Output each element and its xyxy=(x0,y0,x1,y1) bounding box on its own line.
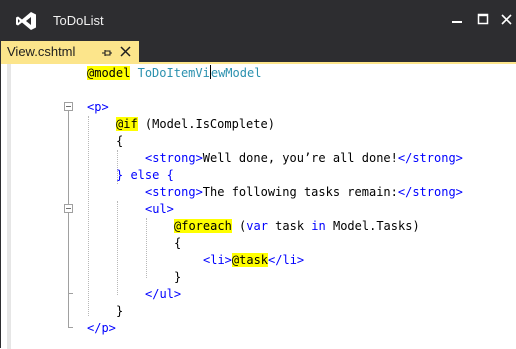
if-condition: (Model.IsComplete) xyxy=(137,117,275,131)
foreach-paren: ( xyxy=(231,219,247,233)
indent-guide xyxy=(117,201,118,295)
code-line-brace-open: { xyxy=(174,235,181,252)
else-keyword: } else { xyxy=(116,168,174,182)
html-tag-strong-close: </strong> xyxy=(397,151,463,165)
brace: } xyxy=(174,270,182,284)
tab-view-cshtml[interactable]: View.cshtml xyxy=(1,41,139,63)
razor-model-directive: @model xyxy=(87,66,131,80)
html-tag-strong-open: <strong> xyxy=(145,185,203,199)
model-type-name-a: ToDoItemVi xyxy=(137,66,210,80)
editor-margin xyxy=(7,64,11,349)
code-line-brace-open: { xyxy=(116,133,123,150)
code-line-strong-done: <strong>Well done, you’re all done!</str… xyxy=(145,150,463,167)
razor-task: @task xyxy=(231,253,269,267)
html-tag-p-close: </p> xyxy=(87,321,116,335)
razor-if: @if xyxy=(116,117,138,131)
html-tag-strong-open: <strong> xyxy=(145,151,203,165)
strong-text: The following tasks remain: xyxy=(202,185,398,199)
document-tab-strip: View.cshtml xyxy=(1,41,516,63)
html-tag-strong-close: </strong> xyxy=(397,185,463,199)
code-line-if: @if (Model.IsComplete) xyxy=(116,116,275,133)
title-bar[interactable]: ToDoList xyxy=(1,1,516,41)
brace: { xyxy=(174,236,182,250)
in-keyword: in xyxy=(311,219,326,233)
code-line-else: } else { xyxy=(116,167,174,184)
html-tag-ul-close: </ul> xyxy=(145,287,182,301)
indent-guide xyxy=(146,218,147,278)
code-line-foreach: @foreach (var task in Model.Tasks) xyxy=(174,218,420,235)
code-editor[interactable]: @model ToDoItemViewModel <p> @if (Model.… xyxy=(1,64,516,349)
strong-text: Well done, you’re all done! xyxy=(202,151,398,165)
minimize-icon xyxy=(452,21,462,23)
code-line-ul-close: </ul> xyxy=(145,286,181,303)
html-tag-ul-open: <ul> xyxy=(145,202,174,216)
close-tab-button[interactable] xyxy=(119,45,132,58)
code-line-brace-close: } xyxy=(116,303,123,320)
code-line-strong-remain: <strong>The following tasks remain:</str… xyxy=(145,184,463,201)
code-line-ul-open: <ul> xyxy=(145,201,174,218)
model-type-name-b: ewModel xyxy=(210,66,262,80)
editor-window: ToDoList View.cshtml @model ToDoItemView… xyxy=(0,0,516,349)
minimize-button[interactable] xyxy=(445,9,469,31)
code-line-p-open: <p> xyxy=(87,99,109,116)
close-icon xyxy=(120,46,131,57)
close-window-button[interactable] xyxy=(495,9,516,31)
collapse-ul-toggle-icon[interactable] xyxy=(64,204,73,213)
html-tag-li-close: </li> xyxy=(268,253,305,267)
var-keyword: var xyxy=(246,219,268,233)
foreach-collection: Model.Tasks) xyxy=(325,219,420,233)
window-title: ToDoList xyxy=(53,13,104,28)
html-tag-p-open: <p> xyxy=(87,100,109,114)
code-line-brace-close: } xyxy=(174,269,181,286)
pin-icon[interactable] xyxy=(101,46,113,58)
code-line-p-close: </p> xyxy=(87,320,116,337)
outline-end xyxy=(68,293,73,294)
close-icon xyxy=(501,14,512,25)
maximize-icon xyxy=(477,13,489,25)
code-line-li: <li>@task</li> xyxy=(203,252,304,269)
razor-foreach: @foreach xyxy=(174,219,232,233)
tab-label: View.cshtml xyxy=(7,44,76,59)
indent-guide xyxy=(88,116,89,316)
foreach-variable: task xyxy=(267,219,312,233)
collapse-p-toggle-icon[interactable] xyxy=(64,102,73,111)
visual-studio-logo-icon xyxy=(15,11,37,31)
html-tag-li-open: <li> xyxy=(203,253,232,267)
brace: } xyxy=(116,304,124,318)
outline-end xyxy=(68,327,73,328)
code-line-model: @model ToDoItemViewModel xyxy=(87,65,261,82)
maximize-button[interactable] xyxy=(471,9,495,31)
brace: { xyxy=(116,134,124,148)
outline-line xyxy=(68,213,69,293)
